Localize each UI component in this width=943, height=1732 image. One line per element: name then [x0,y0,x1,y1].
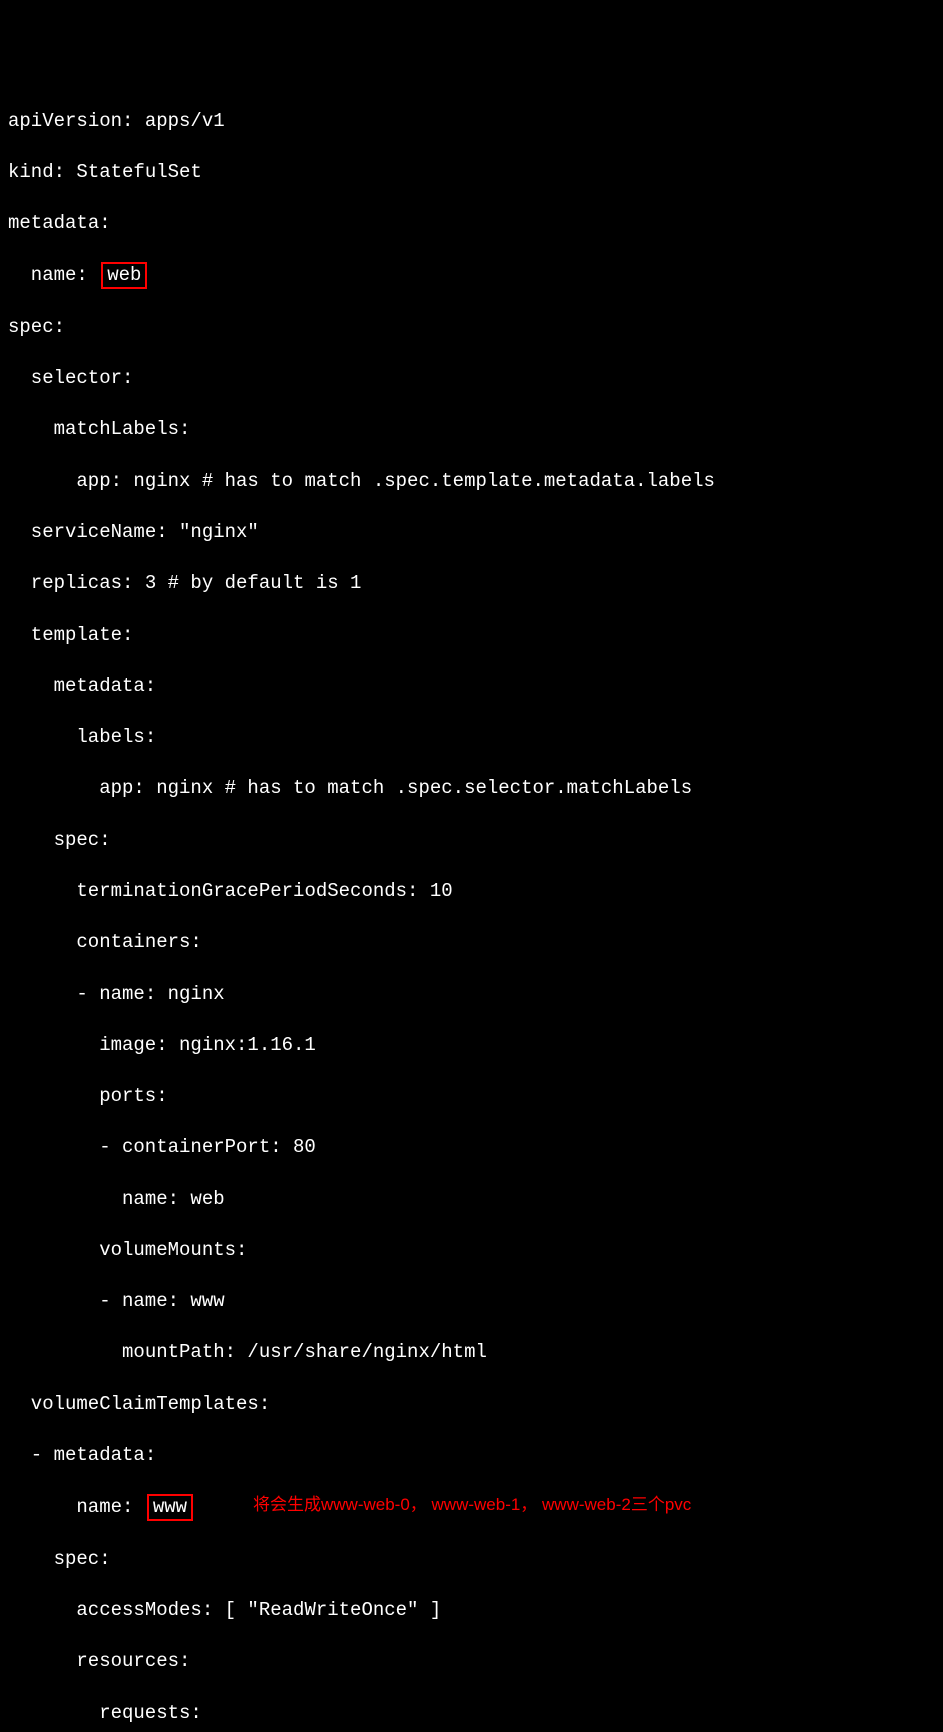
highlight-box-www: www [147,1494,193,1521]
yaml-line: image: nginx:1.16.1 [8,1033,935,1059]
yaml-line: volumeMounts: [8,1238,935,1264]
annotation-text: 将会生成www-web-0， www-web-1， www-web-2三个pvc [253,1494,691,1517]
yaml-line: replicas: 3 # by default is 1 [8,571,935,597]
yaml-line: - name: www [8,1289,935,1315]
yaml-line: labels: [8,725,935,751]
yaml-line: volumeClaimTemplates: [8,1392,935,1418]
yaml-line: - name: nginx [8,982,935,1008]
yaml-line: name: web [8,1187,935,1213]
yaml-key: name: [31,264,99,286]
yaml-line: template: [8,623,935,649]
yaml-line: terminationGracePeriodSeconds: 10 [8,879,935,905]
yaml-line: matchLabels: [8,417,935,443]
yaml-line: kind: StatefulSet [8,160,935,186]
yaml-line: spec: [8,828,935,854]
yaml-line: metadata: [8,211,935,237]
yaml-line-name-www: name: www 将会生成www-web-0， www-web-1， www-w… [8,1494,935,1521]
yaml-line: spec: [8,1547,935,1573]
yaml-line: - containerPort: 80 [8,1135,935,1161]
yaml-line: - metadata: [8,1443,935,1469]
yaml-line: serviceName: "nginx" [8,520,935,546]
yaml-line: ports: [8,1084,935,1110]
yaml-line: containers: [8,930,935,956]
yaml-key: name: [76,1496,144,1518]
yaml-line: apiVersion: apps/v1 [8,109,935,135]
yaml-line: resources: [8,1649,935,1675]
yaml-line: mountPath: /usr/share/nginx/html [8,1340,935,1366]
yaml-line-name-web: name: web [8,262,935,289]
yaml-line: app: nginx # has to match .spec.selector… [8,776,935,802]
highlight-box-web: web [101,262,147,289]
yaml-line: selector: [8,366,935,392]
yaml-line: requests: [8,1701,935,1727]
yaml-line: metadata: [8,674,935,700]
yaml-line: spec: [8,315,935,341]
yaml-line: app: nginx # has to match .spec.template… [8,469,935,495]
yaml-line: accessModes: [ "ReadWriteOnce" ] [8,1598,935,1624]
